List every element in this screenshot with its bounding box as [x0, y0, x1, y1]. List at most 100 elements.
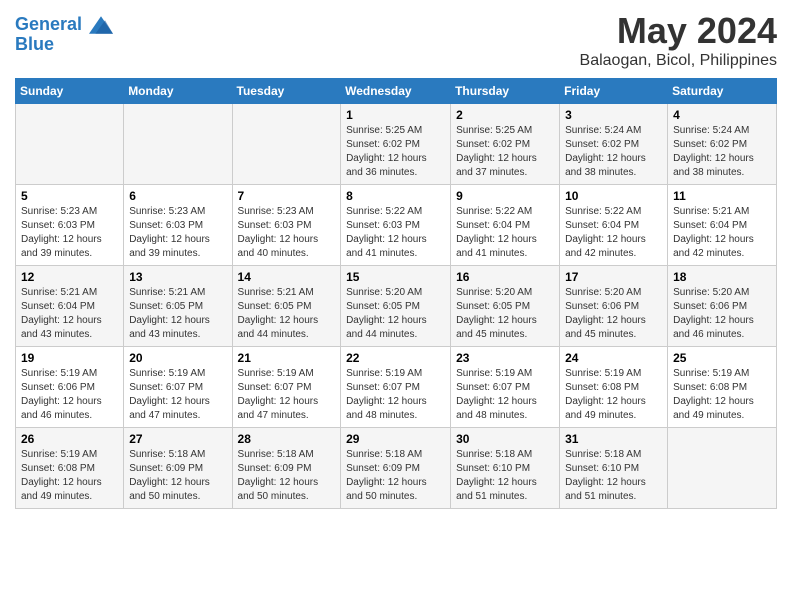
calendar-day-cell: 29 Sunrise: 5:18 AMSunset: 6:09 PMDayligh… [341, 428, 451, 509]
day-number: 26 [21, 432, 118, 446]
day-number: 23 [456, 351, 554, 365]
day-info: Sunrise: 5:19 AMSunset: 6:06 PMDaylight:… [21, 367, 118, 423]
calendar-day-cell: 4Sunrise: 5:24 AMSunset: 6:02 PMDaylight… [668, 104, 777, 185]
day-info: Sunrise: 5:21 AMSunset: 6:05 PMDaylight:… [129, 286, 226, 342]
day-number: 22 [346, 351, 445, 365]
calendar-day-cell [16, 104, 124, 185]
day-number: 18 [673, 270, 771, 284]
calendar-day-cell: 16Sunrise: 5:20 AMSunset: 6:05 PMDayligh… [451, 266, 560, 347]
logo-text: General [15, 15, 113, 35]
day-of-week-header: Sunday [16, 79, 124, 104]
calendar-day-cell: 30 Sunrise: 5:18 AMSunset: 6:10 PMDayligh… [451, 428, 560, 509]
day-number: 28 [238, 432, 336, 446]
day-info: Sunrise: 5:18 AMSunset: 6:09 PMDaylight:… [129, 448, 226, 504]
day-number: 13 [129, 270, 226, 284]
calendar-day-cell: 21 Sunrise: 5:19 AMSunset: 6:07 PMDayligh… [232, 347, 341, 428]
day-info: Sunrise: 5:25 AMSunset: 6:02 PMDaylight:… [346, 124, 445, 180]
day-number: 10 [565, 189, 662, 203]
calendar-day-cell: 6 Sunrise: 5:23 AMSunset: 6:03 PMDaylight… [124, 185, 232, 266]
calendar-day-cell: 28 Sunrise: 5:18 AMSunset: 6:09 PMDayligh… [232, 428, 341, 509]
day-info: Sunrise: 5:20 AMSunset: 6:05 PMDaylight:… [346, 286, 445, 342]
day-number: 30 [456, 432, 554, 446]
calendar-day-cell: 23 Sunrise: 5:19 AMSunset: 6:07 PMDayligh… [451, 347, 560, 428]
title-area: May 2024 Balaogan, Bicol, Philippines [580, 10, 777, 70]
day-number: 1 [346, 108, 445, 122]
calendar-day-cell: 25Sunrise: 5:19 AMSunset: 6:08 PMDayligh… [668, 347, 777, 428]
calendar-day-cell: 26 Sunrise: 5:19 AMSunset: 6:08 PMDayligh… [16, 428, 124, 509]
day-number: 5 [21, 189, 118, 203]
day-info: Sunrise: 5:22 AMSunset: 6:03 PMDaylight:… [346, 205, 445, 261]
calendar-day-cell: 31Sunrise: 5:18 AMSunset: 6:10 PMDayligh… [560, 428, 668, 509]
day-info: Sunrise: 5:25 AMSunset: 6:02 PMDaylight:… [456, 124, 554, 180]
day-number: 3 [565, 108, 662, 122]
calendar-week-row: 26 Sunrise: 5:19 AMSunset: 6:08 PMDayligh… [16, 428, 777, 509]
day-info: Sunrise: 5:20 AMSunset: 6:05 PMDaylight:… [456, 286, 554, 342]
month-title: May 2024 [580, 10, 777, 52]
day-info: Sunrise: 5:19 AMSunset: 6:08 PMDaylight:… [673, 367, 771, 423]
day-number: 11 [673, 189, 771, 203]
calendar-day-cell: 8 Sunrise: 5:22 AMSunset: 6:03 PMDaylight… [341, 185, 451, 266]
location-title: Balaogan, Bicol, Philippines [580, 52, 777, 70]
calendar-day-cell: 15Sunrise: 5:20 AMSunset: 6:05 PMDayligh… [341, 266, 451, 347]
day-of-week-header: Saturday [668, 79, 777, 104]
calendar-day-cell: 17 Sunrise: 5:20 AMSunset: 6:06 PMDayligh… [560, 266, 668, 347]
calendar-week-row: 1 Sunrise: 5:25 AMSunset: 6:02 PMDaylight… [16, 104, 777, 185]
calendar-day-cell: 11 Sunrise: 5:21 AMSunset: 6:04 PMDayligh… [668, 185, 777, 266]
day-info: Sunrise: 5:23 AMSunset: 6:03 PMDaylight:… [21, 205, 118, 261]
day-number: 12 [21, 270, 118, 284]
day-info: Sunrise: 5:19 AMSunset: 6:07 PMDaylight:… [456, 367, 554, 423]
page-header: General Blue May 2024 Balaogan, Bicol, P… [15, 10, 777, 70]
calendar-day-cell: 13 Sunrise: 5:21 AMSunset: 6:05 PMDayligh… [124, 266, 232, 347]
day-info: Sunrise: 5:18 AMSunset: 6:09 PMDaylight:… [238, 448, 336, 504]
calendar-day-cell: 14 Sunrise: 5:21 AMSunset: 6:05 PMDayligh… [232, 266, 341, 347]
day-info: Sunrise: 5:21 AMSunset: 6:05 PMDaylight:… [238, 286, 336, 342]
day-number: 6 [129, 189, 226, 203]
day-info: Sunrise: 5:21 AMSunset: 6:04 PMDaylight:… [673, 205, 771, 261]
day-number: 8 [346, 189, 445, 203]
calendar-day-cell: 18Sunrise: 5:20 AMSunset: 6:06 PMDayligh… [668, 266, 777, 347]
calendar-day-cell: 5 Sunrise: 5:23 AMSunset: 6:03 PMDaylight… [16, 185, 124, 266]
logo: General Blue [15, 15, 113, 55]
day-number: 17 [565, 270, 662, 284]
day-of-week-header: Wednesday [341, 79, 451, 104]
day-info: Sunrise: 5:19 AMSunset: 6:08 PMDaylight:… [565, 367, 662, 423]
day-info: Sunrise: 5:19 AMSunset: 6:08 PMDaylight:… [21, 448, 118, 504]
calendar-day-cell: 12Sunrise: 5:21 AMSunset: 6:04 PMDayligh… [16, 266, 124, 347]
day-info: Sunrise: 5:19 AMSunset: 6:07 PMDaylight:… [346, 367, 445, 423]
day-info: Sunrise: 5:20 AMSunset: 6:06 PMDaylight:… [565, 286, 662, 342]
calendar-day-cell: 1 Sunrise: 5:25 AMSunset: 6:02 PMDaylight… [341, 104, 451, 185]
day-info: Sunrise: 5:18 AMSunset: 6:10 PMDaylight:… [456, 448, 554, 504]
day-number: 9 [456, 189, 554, 203]
calendar-day-cell: 10 Sunrise: 5:22 AMSunset: 6:04 PMDayligh… [560, 185, 668, 266]
day-number: 2 [456, 108, 554, 122]
day-number: 29 [346, 432, 445, 446]
calendar-week-row: 12Sunrise: 5:21 AMSunset: 6:04 PMDayligh… [16, 266, 777, 347]
calendar-day-cell: 19Sunrise: 5:19 AMSunset: 6:06 PMDayligh… [16, 347, 124, 428]
calendar-week-row: 5 Sunrise: 5:23 AMSunset: 6:03 PMDaylight… [16, 185, 777, 266]
calendar-day-cell [232, 104, 341, 185]
day-of-week-header: Tuesday [232, 79, 341, 104]
calendar-day-cell: 3Sunrise: 5:24 AMSunset: 6:02 PMDaylight… [560, 104, 668, 185]
calendar-day-cell: 27 Sunrise: 5:18 AMSunset: 6:09 PMDayligh… [124, 428, 232, 509]
calendar-day-cell: 22 Sunrise: 5:19 AMSunset: 6:07 PMDayligh… [341, 347, 451, 428]
day-info: Sunrise: 5:22 AMSunset: 6:04 PMDaylight:… [456, 205, 554, 261]
calendar-day-cell: 24 Sunrise: 5:19 AMSunset: 6:08 PMDayligh… [560, 347, 668, 428]
day-info: Sunrise: 5:19 AMSunset: 6:07 PMDaylight:… [129, 367, 226, 423]
day-info: Sunrise: 5:18 AMSunset: 6:09 PMDaylight:… [346, 448, 445, 504]
day-info: Sunrise: 5:23 AMSunset: 6:03 PMDaylight:… [129, 205, 226, 261]
calendar-week-row: 19Sunrise: 5:19 AMSunset: 6:06 PMDayligh… [16, 347, 777, 428]
day-info: Sunrise: 5:19 AMSunset: 6:07 PMDaylight:… [238, 367, 336, 423]
day-info: Sunrise: 5:22 AMSunset: 6:04 PMDaylight:… [565, 205, 662, 261]
calendar-table: SundayMondayTuesdayWednesdayThursdayFrid… [15, 78, 777, 509]
day-number: 4 [673, 108, 771, 122]
day-number: 27 [129, 432, 226, 446]
day-number: 21 [238, 351, 336, 365]
calendar-day-cell [124, 104, 232, 185]
day-of-week-header: Monday [124, 79, 232, 104]
calendar-day-cell: 2 Sunrise: 5:25 AMSunset: 6:02 PMDaylight… [451, 104, 560, 185]
calendar-day-cell: 9 Sunrise: 5:22 AMSunset: 6:04 PMDaylight… [451, 185, 560, 266]
calendar-day-cell [668, 428, 777, 509]
calendar-day-cell: 20Sunrise: 5:19 AMSunset: 6:07 PMDayligh… [124, 347, 232, 428]
day-number: 14 [238, 270, 336, 284]
day-number: 24 [565, 351, 662, 365]
